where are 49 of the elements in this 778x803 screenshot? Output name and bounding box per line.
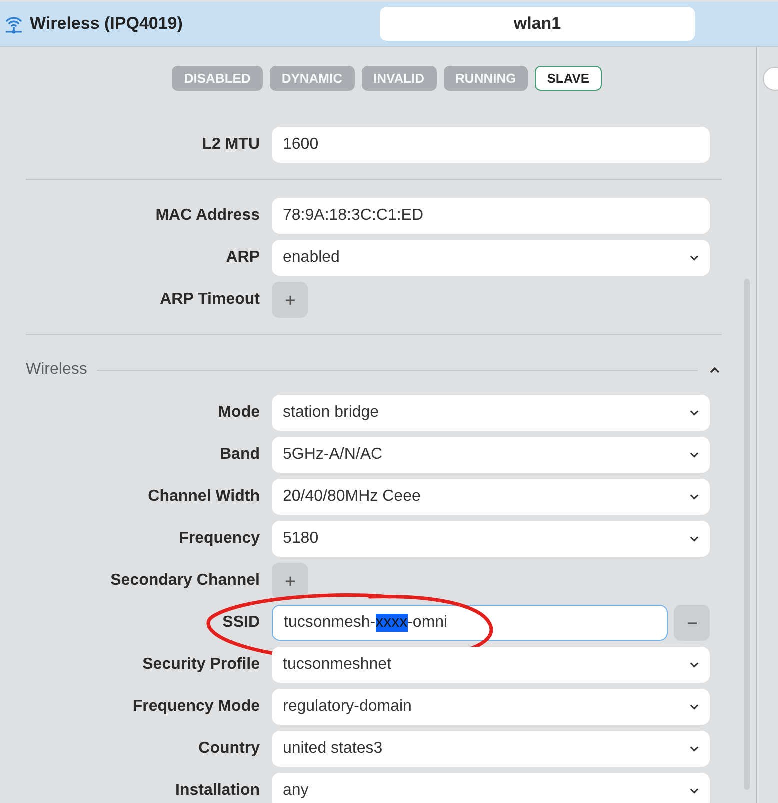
add-button[interactable] [272, 282, 308, 318]
status-flag: RUNNING [444, 66, 528, 91]
chevron-down-icon [690, 452, 699, 458]
dropdown-field[interactable]: enabled [272, 240, 710, 276]
chevron-down-icon [690, 662, 699, 668]
chevron-down-icon [690, 788, 699, 794]
plus-icon [284, 294, 296, 306]
chevron-down-icon [690, 704, 699, 710]
field-label: Frequency [178, 530, 261, 548]
field-label: Frequency Mode [132, 698, 261, 716]
dropdown-field[interactable]: any [272, 773, 710, 803]
dropdown-field[interactable]: 20/40/80MHz Ceee [272, 479, 710, 515]
window-title: Wireless (IPQ4019) [30, 14, 183, 34]
dropdown-field[interactable]: regulatory-domain [272, 689, 710, 725]
dropdown-field[interactable]: tucsonmeshnet [272, 647, 710, 683]
section-title: Wireless [26, 361, 88, 379]
status-flag: INVALID [362, 66, 437, 91]
field-label: ARP Timeout [159, 291, 261, 309]
chevron-down-icon [690, 536, 699, 542]
dropdown-field[interactable]: 5180 [272, 521, 710, 557]
chevron-down-icon [690, 746, 699, 752]
field-label: Installation [174, 782, 261, 800]
dropdown-field[interactable]: station bridge [272, 395, 710, 431]
field-label: Channel Width [147, 488, 261, 506]
input-field[interactable]: tucsonmesh-xxxx-omni [272, 605, 668, 641]
status-flag: DYNAMIC [270, 66, 354, 91]
field-label: Mode [217, 404, 261, 422]
field-label: L2 MTU [201, 136, 261, 154]
dropdown-field[interactable]: united states3 [272, 731, 710, 767]
field-label: SSID [222, 614, 261, 632]
status-flag: SLAVE [535, 66, 602, 91]
input-field[interactable]: 1600 [272, 127, 710, 163]
plus-icon [284, 576, 296, 586]
remove-button[interactable] [674, 605, 710, 641]
add-button[interactable] [272, 563, 308, 599]
input-field[interactable]: 78:9A:18:3C:C1:ED [272, 198, 710, 234]
field-label: Security Profile [142, 656, 261, 674]
field-label: Secondary Channel [110, 572, 261, 590]
interface-name-field[interactable]: wlan1 [380, 7, 695, 41]
dropdown-field[interactable]: 5GHz-A/N/AC [272, 437, 710, 473]
field-label: Band [219, 446, 261, 464]
chevron-down-icon [690, 410, 699, 416]
chevron-down-icon [690, 494, 699, 500]
status-flag: DISABLED [172, 66, 263, 91]
chevron-down-icon [690, 255, 699, 261]
collapse-toggle[interactable] [708, 366, 722, 374]
field-label: Country [198, 740, 261, 758]
field-label: ARP [225, 249, 261, 267]
field-label: MAC Address [154, 207, 261, 225]
